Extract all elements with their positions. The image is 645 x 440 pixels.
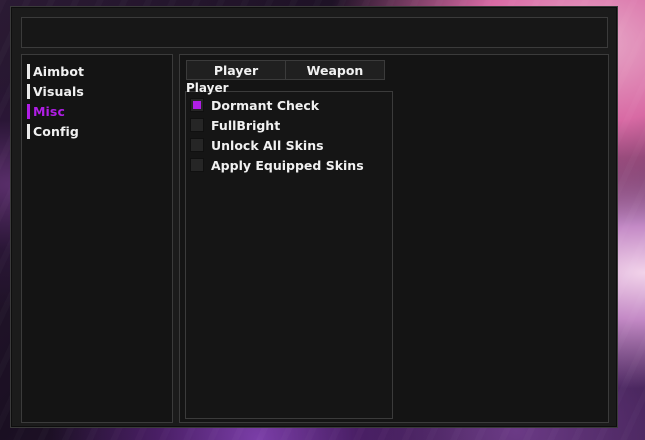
sidebar: Aimbot Visuals Misc Config xyxy=(21,54,173,423)
fullbright-checkbox[interactable] xyxy=(190,118,204,132)
sidebar-item-indicator xyxy=(27,123,30,139)
sidebar-item-indicator xyxy=(27,103,30,119)
unlock-all-skins-checkbox[interactable] xyxy=(190,138,204,152)
sidebar-item-indicator xyxy=(27,83,30,99)
apply-equipped-skins-checkbox[interactable] xyxy=(190,158,204,172)
sidebar-item-misc[interactable]: Misc xyxy=(22,101,172,121)
sidebar-item-aimbot[interactable]: Aimbot xyxy=(22,61,172,81)
apply-equipped-skins-option[interactable]: Apply Equipped Skins xyxy=(190,157,364,173)
title-bar[interactable] xyxy=(21,17,608,48)
dormant-check-option[interactable]: Dormant Check xyxy=(190,97,319,113)
tab-player[interactable]: Player xyxy=(186,60,286,80)
player-groupbox: Dormant Check FullBright Unlock All Skin… xyxy=(185,91,393,419)
sidebar-item-label: Visuals xyxy=(33,83,84,99)
option-label: Apply Equipped Skins xyxy=(211,157,364,173)
sidebar-item-config[interactable]: Config xyxy=(22,121,172,141)
content-panel: Player Weapon Dormant Check FullBright U… xyxy=(179,54,609,423)
dormant-check-checkbox[interactable] xyxy=(190,98,204,112)
option-label: Dormant Check xyxy=(211,97,320,113)
sidebar-item-visuals[interactable]: Visuals xyxy=(22,81,172,101)
option-label: Unlock All Skins xyxy=(211,137,324,153)
group-title: Player xyxy=(186,81,229,95)
sidebar-item-label: Aimbot xyxy=(33,63,85,79)
menu-window: Aimbot Visuals Misc Config Player Weapon… xyxy=(10,6,618,428)
option-label: FullBright xyxy=(211,117,281,133)
sidebar-item-indicator xyxy=(27,63,30,79)
sidebar-item-label: Misc xyxy=(33,103,65,119)
unlock-all-skins-option[interactable]: Unlock All Skins xyxy=(190,137,324,153)
tab-weapon[interactable]: Weapon xyxy=(285,60,385,80)
tab-bar: Player Weapon xyxy=(186,60,385,80)
fullbright-option[interactable]: FullBright xyxy=(190,117,280,133)
sidebar-item-label: Config xyxy=(33,123,79,139)
